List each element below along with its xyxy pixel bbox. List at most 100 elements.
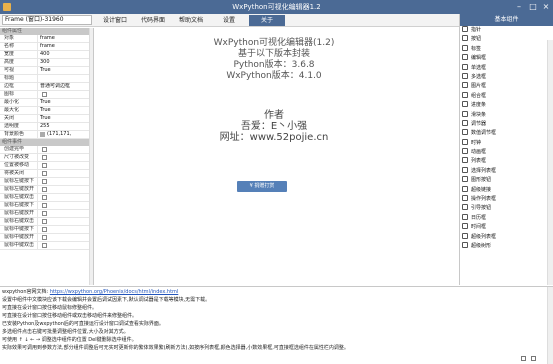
- expand-icon[interactable]: [531, 356, 536, 361]
- property-value[interactable]: True: [38, 67, 93, 74]
- property-row[interactable]: 鼠标右键双击: [0, 218, 93, 226]
- control-item[interactable]: 滑块条: [460, 110, 553, 120]
- control-item[interactable]: 单选框: [460, 63, 553, 73]
- property-value[interactable]: [38, 162, 93, 169]
- checkbox-icon[interactable]: [42, 235, 47, 240]
- grid-icon[interactable]: [521, 356, 526, 361]
- property-value[interactable]: True: [38, 107, 93, 114]
- property-row[interactable]: 标题: [0, 75, 93, 83]
- control-item[interactable]: 编辑框: [460, 54, 553, 63]
- control-item[interactable]: 调节器: [460, 119, 553, 129]
- property-value[interactable]: frame: [38, 43, 93, 50]
- property-row[interactable]: 宽度 400: [0, 51, 93, 59]
- control-item[interactable]: 日历框: [460, 213, 553, 223]
- checkbox-icon[interactable]: [42, 155, 47, 160]
- property-value[interactable]: [38, 75, 93, 82]
- property-value[interactable]: True: [38, 115, 93, 122]
- checkbox-icon[interactable]: [42, 195, 47, 200]
- property-value[interactable]: [38, 91, 93, 98]
- property-row[interactable]: 最小化 True: [0, 99, 93, 107]
- tab-help[interactable]: 帮助文档: [173, 15, 209, 26]
- property-row[interactable]: 鼠标左键放开: [0, 186, 93, 194]
- property-value[interactable]: [38, 178, 93, 185]
- control-item[interactable]: 超级树形: [460, 241, 553, 251]
- control-item[interactable]: 按钮: [460, 35, 553, 44]
- property-value[interactable]: [38, 218, 93, 225]
- control-item[interactable]: 组合框: [460, 91, 553, 101]
- property-value[interactable]: 普通可调边框: [38, 83, 93, 90]
- property-value[interactable]: [38, 234, 93, 241]
- tab-code[interactable]: 代码界面: [135, 15, 171, 26]
- property-row[interactable]: 鼠标中键双击: [0, 242, 93, 250]
- control-item[interactable]: 图形按钮: [460, 176, 553, 185]
- control-item[interactable]: 动画框: [460, 148, 553, 157]
- property-row[interactable]: 鼠标左键双击: [0, 194, 93, 202]
- property-row[interactable]: 鼠标左键按下: [0, 178, 93, 186]
- property-value[interactable]: [38, 202, 93, 209]
- property-row[interactable]: 创建完毕: [0, 146, 93, 154]
- property-value[interactable]: [38, 154, 93, 161]
- properties-scrollbar[interactable]: [89, 28, 93, 285]
- maximize-icon[interactable]: □: [526, 1, 540, 13]
- property-row[interactable]: 边框 普通可调边框: [0, 83, 93, 91]
- control-item[interactable]: 时钟: [460, 138, 553, 148]
- property-row[interactable]: 将被关闭: [0, 170, 93, 178]
- property-value[interactable]: [38, 210, 93, 217]
- checkbox-icon[interactable]: [42, 227, 47, 232]
- control-item[interactable]: 图片框: [460, 82, 553, 91]
- property-value[interactable]: 255: [38, 123, 93, 130]
- checkbox-icon[interactable]: [42, 92, 47, 97]
- property-row[interactable]: 图标: [0, 91, 93, 99]
- property-value[interactable]: frame: [38, 35, 93, 42]
- log-scrollbar[interactable]: [547, 287, 553, 364]
- control-item[interactable]: 标签: [460, 44, 553, 54]
- property-row[interactable]: 鼠标右键按下: [0, 202, 93, 210]
- control-item[interactable]: 列表框: [460, 157, 553, 166]
- property-row[interactable]: 对象 frame: [0, 35, 93, 43]
- property-row[interactable]: 位置被移动: [0, 162, 93, 170]
- minimize-icon[interactable]: –: [512, 1, 526, 13]
- property-value[interactable]: [38, 170, 93, 177]
- property-value[interactable]: 300: [38, 59, 93, 66]
- property-value[interactable]: [38, 242, 93, 249]
- control-item[interactable]: 指针: [460, 26, 553, 35]
- property-row[interactable]: 尺寸被改变: [0, 154, 93, 162]
- property-value[interactable]: 400: [38, 51, 93, 58]
- controls-scrollbar[interactable]: [547, 40, 553, 285]
- property-value[interactable]: (171,171,: [38, 131, 93, 138]
- close-icon[interactable]: ×: [539, 1, 553, 13]
- checkbox-icon[interactable]: [42, 187, 47, 192]
- control-item[interactable]: 超级链接: [460, 185, 553, 195]
- property-row[interactable]: 透明度 255: [0, 123, 93, 131]
- control-item[interactable]: 超级列表框: [460, 232, 553, 242]
- property-row[interactable]: 鼠标中键放开: [0, 234, 93, 242]
- checkbox-icon[interactable]: [42, 179, 47, 184]
- checkbox-icon[interactable]: [42, 203, 47, 208]
- property-row[interactable]: 高度 300: [0, 59, 93, 67]
- tab-design[interactable]: 设计窗口: [97, 15, 133, 26]
- checkbox-icon[interactable]: [42, 163, 47, 168]
- frame-select[interactable]: Frame (窗口)-31960: [2, 15, 92, 25]
- control-item[interactable]: 引导按钮: [460, 204, 553, 213]
- property-row[interactable]: 名称 frame: [0, 43, 93, 51]
- doc-link[interactable]: https://wxpython.org/Phoenix/docs/html/i…: [50, 289, 178, 295]
- tab-about[interactable]: 关于: [249, 15, 285, 26]
- donate-button[interactable]: ¥ 捐赠打赏: [237, 181, 287, 192]
- property-row[interactable]: 背景颜色 (171,171,: [0, 131, 93, 139]
- property-value[interactable]: [38, 194, 93, 201]
- checkbox-icon[interactable]: [42, 243, 47, 248]
- checkbox-icon[interactable]: [42, 147, 47, 152]
- property-value[interactable]: [38, 146, 93, 153]
- tab-settings[interactable]: 设置: [211, 15, 247, 26]
- control-item[interactable]: 进度条: [460, 101, 553, 110]
- property-row[interactable]: 可视 True: [0, 67, 93, 75]
- checkbox-icon[interactable]: [42, 171, 47, 176]
- checkbox-icon[interactable]: [42, 219, 47, 224]
- property-row[interactable]: 最大化 True: [0, 107, 93, 115]
- control-item[interactable]: 时间框: [460, 223, 553, 232]
- controls-header[interactable]: 基本组件: [460, 14, 553, 26]
- control-item[interactable]: 数值调节框: [460, 129, 553, 138]
- control-item[interactable]: 选择列表框: [460, 166, 553, 176]
- property-row[interactable]: 关闭 True: [0, 115, 93, 123]
- property-value[interactable]: [38, 186, 93, 193]
